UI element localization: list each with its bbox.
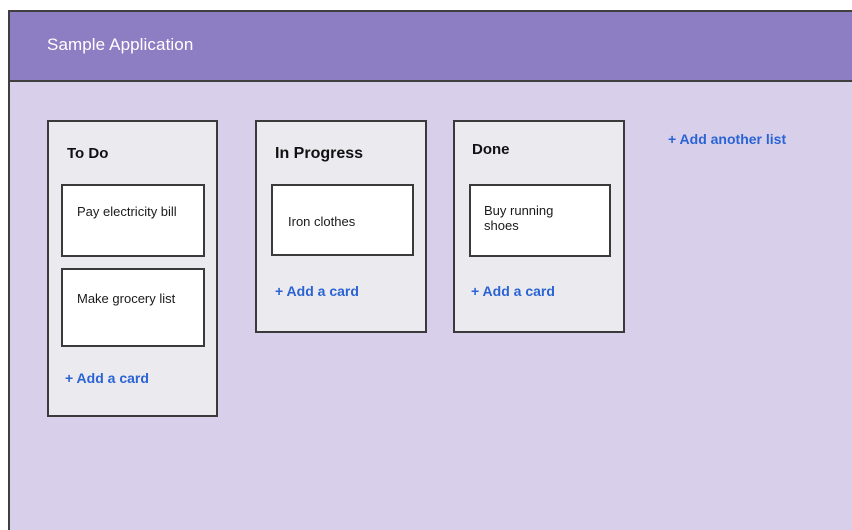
card-text: Make grocery list: [77, 291, 176, 306]
add-card-button[interactable]: + Add a card: [65, 370, 149, 386]
card-iron-clothes[interactable]: Iron clothes: [271, 184, 414, 256]
card-buy-running-shoes[interactable]: Buy running shoes: [469, 184, 611, 257]
card-text: Iron clothes: [288, 214, 356, 229]
list-to-do: To Do Pay electricity bill Make grocery …: [47, 120, 218, 417]
list-title: In Progress: [275, 145, 364, 162]
app-title: Sample Application: [47, 35, 194, 54]
add-card-button[interactable]: + Add a card: [471, 283, 555, 299]
card-make-grocery-list[interactable]: Make grocery list: [61, 268, 205, 347]
app-window: Sample Application To Do Pay electricity…: [8, 10, 852, 530]
list-done: Done Buy running shoes + Add a card: [453, 120, 625, 333]
card-text: Buy running shoes: [484, 203, 554, 233]
app-header: Sample Application: [10, 12, 852, 82]
card-text: Pay electricity bill: [77, 204, 177, 219]
card-pay-electricity-bill[interactable]: Pay electricity bill: [61, 184, 205, 257]
list-in-progress: In Progress Iron clothes + Add a card: [255, 120, 427, 333]
add-another-list-button[interactable]: + Add another list: [668, 131, 786, 147]
add-card-button[interactable]: + Add a card: [275, 283, 359, 299]
list-title: Done: [472, 141, 510, 158]
list-title: To Do: [67, 145, 109, 162]
